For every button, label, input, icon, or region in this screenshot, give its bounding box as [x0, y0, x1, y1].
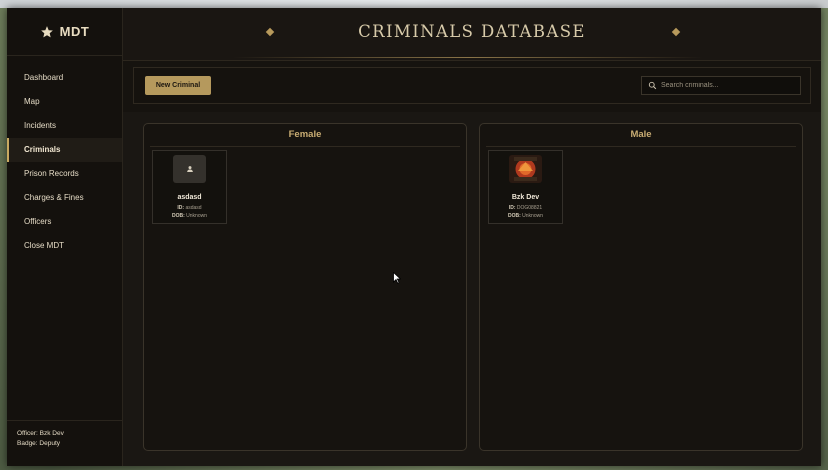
- avatar: [173, 155, 206, 183]
- group-title: Male: [486, 124, 796, 147]
- brand-title: MDT: [59, 24, 90, 39]
- sidebar-item-incidents[interactable]: Incidents: [7, 114, 122, 138]
- background-top-strip: [0, 0, 828, 8]
- criminal-dob: DOB: Unknown: [171, 213, 208, 219]
- search-icon: [648, 81, 657, 90]
- criminal-card[interactable]: Bzk Dev ID: DOG08821 DOB: Unknown: [488, 150, 563, 224]
- criminal-id: ID: asdasd: [177, 205, 202, 211]
- new-criminal-button[interactable]: New Criminal: [145, 76, 211, 95]
- sidebar-item-criminals[interactable]: Criminals: [7, 138, 122, 162]
- header-divider: [233, 57, 703, 58]
- toolbar: New Criminal: [133, 67, 811, 104]
- brand: MDT: [7, 8, 122, 56]
- group-title: Female: [150, 124, 460, 147]
- officer-name: Officer: Bzk Dev: [17, 430, 64, 437]
- officer-badge: Badge: Deputy: [17, 440, 61, 447]
- sidebar-item-dashboard[interactable]: Dashboard: [7, 66, 122, 90]
- criminal-id: ID: DOG08821: [508, 205, 543, 211]
- main-area: CRIMINALS DATABASE New Criminal Female: [123, 8, 821, 466]
- mdt-window: MDT Dashboard Map Incidents Criminals Pr…: [7, 8, 821, 466]
- sidebar-item-charges-fines[interactable]: Charges & Fines: [7, 186, 122, 210]
- officer-info: Officer: Bzk Dev Badge: Deputy: [7, 420, 122, 466]
- sidebar-item-prison-records[interactable]: Prison Records: [7, 162, 122, 186]
- sidebar-item-close-mdt[interactable]: Close MDT: [7, 234, 122, 258]
- criminal-card[interactable]: asdasd ID: asdasd DOB: Unknown: [152, 150, 227, 224]
- search-box[interactable]: [641, 76, 801, 95]
- criminal-name: Bzk Dev: [511, 194, 540, 201]
- criminal-dob: DOB: Unknown: [507, 213, 544, 219]
- page-header: CRIMINALS DATABASE: [123, 8, 821, 61]
- group-panel-male: Male Bzk Dev ID: DOG08821 DOB: Unknown: [479, 123, 803, 451]
- group-panel-female: Female asdasd ID: asdasd DOB: Unknown: [143, 123, 467, 451]
- user-icon: [186, 166, 193, 172]
- sidebar: MDT Dashboard Map Incidents Criminals Pr…: [7, 8, 123, 466]
- criminal-name: asdasd: [177, 194, 202, 201]
- sidebar-item-officers[interactable]: Officers: [7, 210, 122, 234]
- criminals-content: Female asdasd ID: asdasd DOB: Unknown Ma…: [123, 112, 821, 466]
- sidebar-item-map[interactable]: Map: [7, 90, 122, 114]
- star-icon: [40, 25, 53, 37]
- mouse-cursor-icon: [393, 272, 401, 284]
- logo-image: [509, 155, 542, 183]
- page-title: CRIMINALS DATABASE: [358, 22, 586, 41]
- sidebar-nav: Dashboard Map Incidents Criminals Prison…: [7, 66, 122, 258]
- search-input[interactable]: [661, 82, 791, 89]
